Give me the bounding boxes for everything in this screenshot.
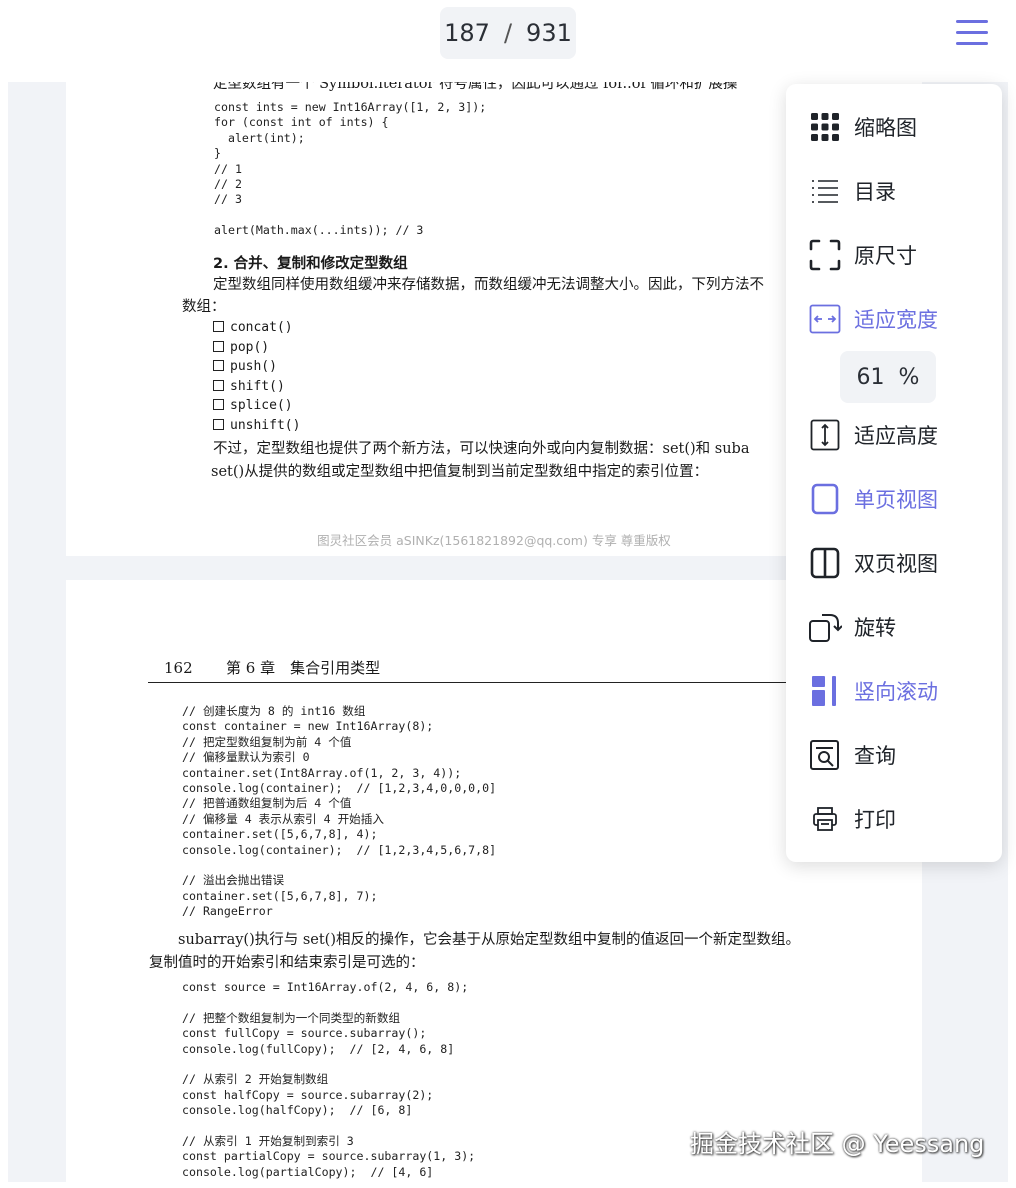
paragraph: subarray()执行与 set()相反的操作，它会基于从原始定型数组中复制的… bbox=[178, 932, 800, 948]
corners-actual-size-icon bbox=[808, 238, 842, 272]
paragraph: 定型数组同样使用数组缓冲来存储数据，而数组缓冲无法调整大小。因此，下列方法不 bbox=[213, 277, 764, 293]
paragraph: 复制值时的开始索引和结束索引是可选的： bbox=[149, 955, 425, 971]
zoom-input[interactable]: 61 % bbox=[840, 351, 936, 403]
menu-item-label: 打印 bbox=[854, 808, 896, 832]
list-item: pop() bbox=[213, 338, 269, 358]
zoom-unit: % bbox=[898, 364, 920, 390]
checkbox-bullet-icon bbox=[213, 321, 224, 332]
page-number: 162 bbox=[164, 659, 193, 677]
single-page-icon bbox=[808, 482, 842, 516]
paragraph: 数组： bbox=[182, 299, 226, 315]
checkbox-bullet-icon bbox=[213, 340, 224, 352]
menu-item-label: 旋转 bbox=[854, 616, 896, 640]
view-options-menu: 缩略图 目录 原尺寸 适应宽度 61 % 适应高度 单页视图 双页视图 旋转 竖… bbox=[786, 84, 1002, 862]
method-name: unshift() bbox=[230, 418, 301, 433]
menu-item-label: 缩略图 bbox=[854, 116, 917, 140]
menu-item-thumbnails[interactable]: 缩略图 bbox=[786, 99, 1002, 155]
list-item: unshift() bbox=[213, 416, 300, 436]
list-item: shift() bbox=[213, 377, 285, 397]
zoom-value[interactable]: 61 bbox=[857, 365, 885, 390]
rotate-icon bbox=[808, 610, 842, 644]
total-pages: 931 bbox=[526, 19, 572, 47]
method-name: shift() bbox=[230, 378, 285, 394]
chapter-title: 第 6 章 集合引用类型 bbox=[226, 659, 381, 677]
vertical-scroll-icon bbox=[808, 674, 842, 708]
search-document-icon bbox=[808, 738, 842, 772]
method-name: push() bbox=[230, 359, 277, 375]
fit-width-icon bbox=[808, 302, 842, 336]
list-outline-icon bbox=[808, 174, 842, 208]
list-item: splice() bbox=[213, 396, 293, 416]
list-item: concat() bbox=[213, 318, 293, 338]
list-item: push() bbox=[213, 357, 277, 377]
menu-item-vertical-scroll[interactable]: 竖向滚动 bbox=[786, 663, 1002, 719]
section-heading: 2. 合并、复制和修改定型数组 bbox=[213, 256, 408, 272]
method-name: concat() bbox=[230, 320, 293, 335]
current-page-number[interactable]: 187 bbox=[444, 19, 490, 47]
top-toolbar: 187 / 931 bbox=[0, 0, 1016, 82]
menu-item-label: 查询 bbox=[854, 744, 896, 768]
checkbox-bullet-icon bbox=[213, 379, 224, 391]
menu-item-fit-height[interactable]: 适应高度 bbox=[786, 407, 1002, 463]
paragraph: 不过，定型数组也提供了两个新方法，可以快速向外或向内复制数据：set()和 su… bbox=[213, 441, 750, 457]
paragraph: 定型数组有一个 Symbol.iterator 符号属性，因此可以通过 for.… bbox=[213, 82, 738, 92]
checkbox-bullet-icon bbox=[213, 399, 224, 411]
menu-item-label: 竖向滚动 bbox=[854, 680, 938, 704]
menu-item-label: 双页视图 bbox=[854, 552, 938, 576]
menu-item-label: 适应宽度 bbox=[854, 308, 938, 332]
menu-item-fit-width[interactable]: 适应宽度 bbox=[786, 291, 1002, 347]
menu-item-actual-size[interactable]: 原尺寸 bbox=[786, 227, 1002, 283]
site-watermark: 掘金技术社区 @ Yeessang bbox=[690, 1130, 985, 1158]
menu-item-single-page[interactable]: 单页视图 bbox=[786, 471, 1002, 527]
menu-item-label: 适应高度 bbox=[854, 424, 938, 448]
menu-item-double-page[interactable]: 双页视图 bbox=[786, 535, 1002, 591]
checkbox-bullet-icon bbox=[213, 360, 224, 372]
method-name: splice() bbox=[230, 398, 293, 414]
fit-height-icon bbox=[808, 418, 842, 452]
code-block: const ints = new Int16Array([1, 2, 3]); … bbox=[214, 100, 487, 238]
code-block: // 创建长度为 8 的 int16 数组 const container = … bbox=[182, 704, 497, 919]
menu-item-label: 原尺寸 bbox=[854, 244, 917, 268]
double-page-icon bbox=[808, 546, 842, 580]
menu-item-rotate[interactable]: 旋转 bbox=[786, 599, 1002, 655]
page-indicator[interactable]: 187 / 931 bbox=[440, 7, 576, 59]
menu-item-search[interactable]: 查询 bbox=[786, 727, 1002, 783]
paragraph: set()从提供的数组或定型数组中把值复制到当前定型数组中指定的索引位置： bbox=[211, 464, 709, 480]
printer-icon bbox=[808, 802, 842, 836]
menu-item-label: 单页视图 bbox=[854, 488, 938, 512]
menu-item-label: 目录 bbox=[854, 180, 896, 204]
menu-item-outline[interactable]: 目录 bbox=[786, 163, 1002, 219]
method-name: pop() bbox=[230, 339, 270, 355]
hamburger-menu-icon[interactable] bbox=[952, 14, 992, 52]
checkbox-bullet-icon bbox=[213, 419, 224, 430]
page-separator: / bbox=[503, 19, 513, 47]
grid-thumbnails-icon bbox=[808, 110, 842, 144]
menu-item-print[interactable]: 打印 bbox=[786, 791, 1002, 847]
code-block: const source = Int16Array.of(2, 4, 6, 8)… bbox=[182, 980, 476, 1179]
